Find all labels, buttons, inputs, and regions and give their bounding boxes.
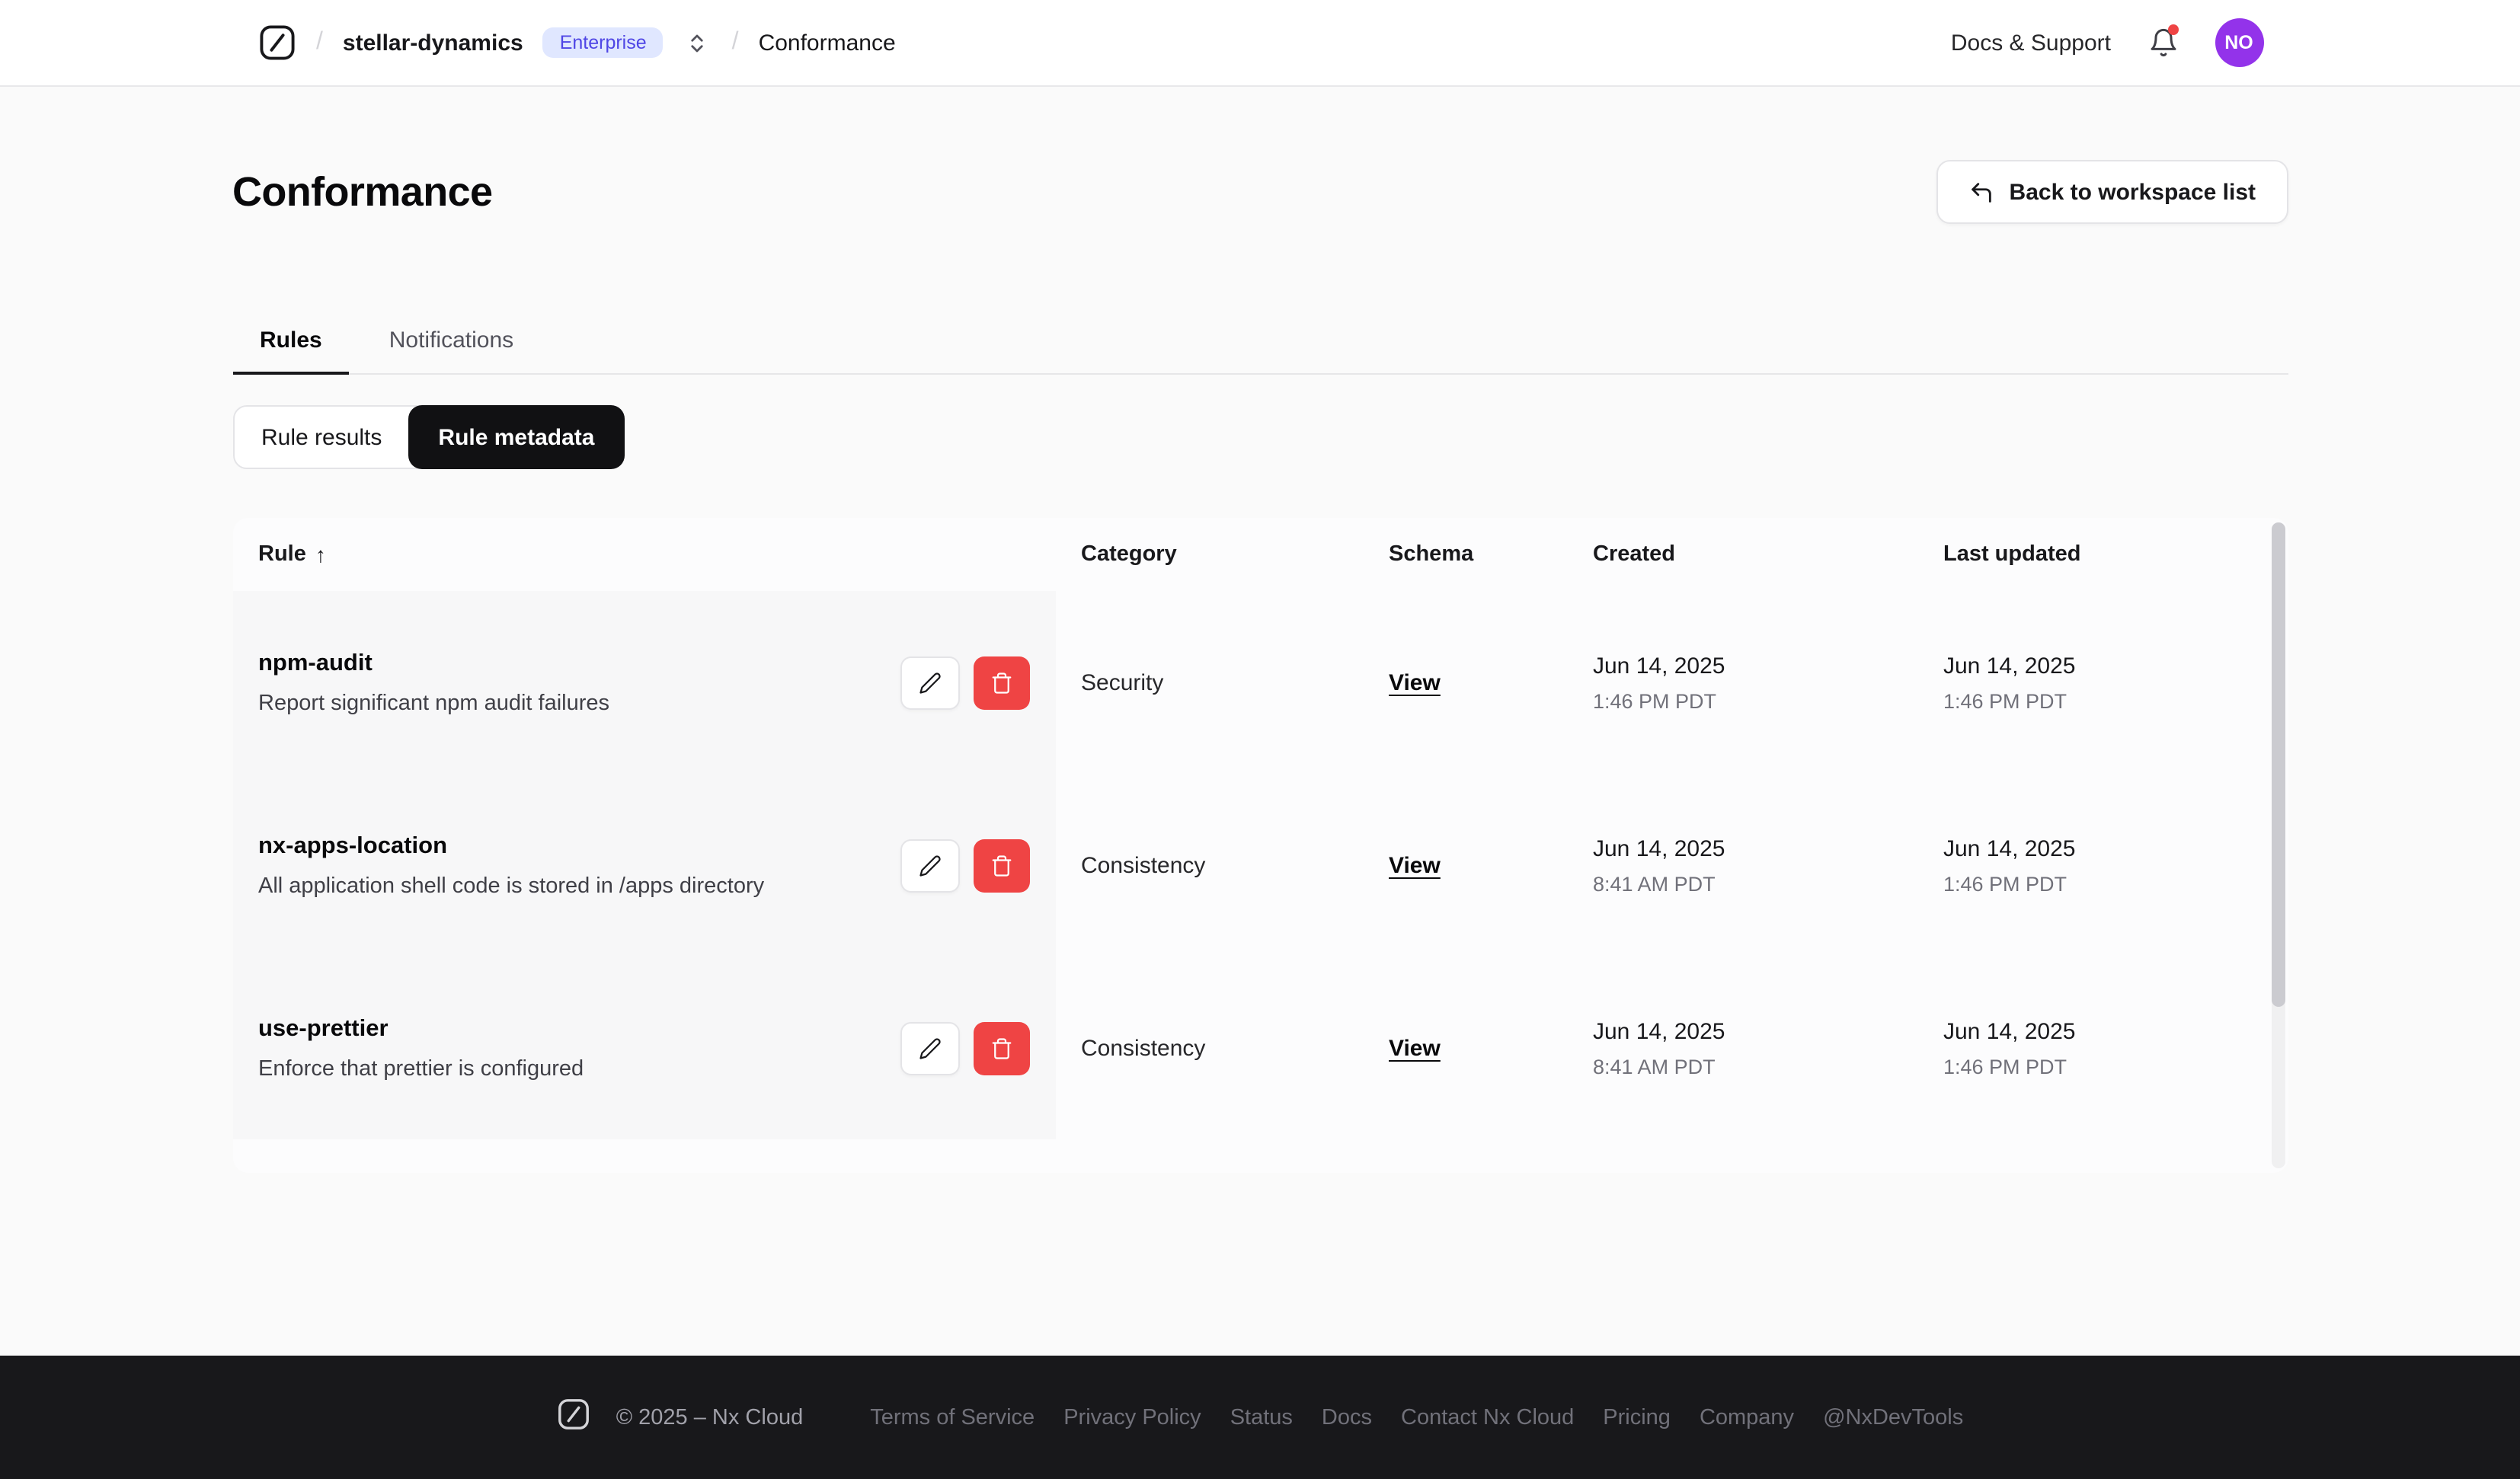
trash-icon xyxy=(991,1037,1011,1059)
breadcrumb-workspace[interactable]: stellar-dynamics xyxy=(343,30,523,56)
pencil-icon xyxy=(919,672,940,693)
breadcrumb-separator: / xyxy=(731,29,739,55)
tab-notifications[interactable]: Notifications xyxy=(362,309,541,373)
table-scrollbar[interactable] xyxy=(2271,522,2285,1168)
view-toggle: Rule results Rule metadata xyxy=(232,405,625,469)
footer-link-pricing[interactable]: Pricing xyxy=(1603,1405,1671,1429)
trash-icon xyxy=(991,854,1011,876)
pencil-icon xyxy=(919,1037,940,1059)
column-header-category[interactable]: Category xyxy=(1055,518,1363,591)
back-to-workspace-list-button[interactable]: Back to workspace list xyxy=(1936,160,2288,224)
avatar-initials: NO xyxy=(2224,32,2253,53)
tab-rules[interactable]: Rules xyxy=(232,309,350,375)
nx-logo-icon xyxy=(558,1398,590,1429)
main-content: Conformance Back to workspace list Rules… xyxy=(232,160,2288,1173)
updated-date: Jun 14, 2025 xyxy=(1943,835,2076,861)
table-header-row: Rule ↑ Category Schema Created Last upda… xyxy=(232,518,2288,591)
tab-bar: Rules Notifications xyxy=(232,309,2288,375)
chevrons-up-down-icon xyxy=(692,34,704,52)
nx-logo-icon xyxy=(259,25,294,60)
breadcrumb-page: Conformance xyxy=(758,30,896,56)
schema-view-link[interactable]: View xyxy=(1389,852,1441,878)
trash-icon xyxy=(991,672,1011,693)
scrollbar-thumb[interactable] xyxy=(2271,522,2285,1007)
footer-link-docs[interactable]: Docs xyxy=(1322,1405,1372,1429)
rule-category: Consistency xyxy=(1081,1035,1206,1061)
created-date: Jun 14, 2025 xyxy=(1593,653,1725,679)
schema-view-link[interactable]: View xyxy=(1389,1035,1441,1061)
rule-name: npm-audit xyxy=(258,650,373,676)
footer-link-contact[interactable]: Contact Nx Cloud xyxy=(1401,1405,1574,1429)
schema-view-link[interactable]: View xyxy=(1389,669,1441,695)
table-body: npm-audit Report significant npm audit f… xyxy=(232,591,2288,1139)
updated-date: Jun 14, 2025 xyxy=(1943,653,2076,679)
column-header-schema[interactable]: Schema xyxy=(1363,518,1567,591)
user-avatar[interactable]: NO xyxy=(2215,18,2263,67)
footer-link-company[interactable]: Company xyxy=(1700,1405,1794,1429)
breadcrumb-separator: / xyxy=(316,29,323,55)
copyright-text: © 2025 – Nx Cloud xyxy=(616,1405,804,1429)
app: / stellar-dynamics Enterprise / Conforma… xyxy=(0,0,2520,1479)
rule-name: use-prettier xyxy=(258,1015,389,1041)
footer-link-nxdevtools[interactable]: @NxDevTools xyxy=(1823,1405,1963,1429)
rule-text: nx-apps-location All application shell c… xyxy=(258,832,764,898)
top-navigation: / stellar-dynamics Enterprise / Conforma… xyxy=(0,0,2520,87)
rule-name: nx-apps-location xyxy=(258,832,448,858)
rule-results-toggle[interactable]: Rule results xyxy=(234,407,409,468)
delete-rule-button[interactable] xyxy=(973,656,1029,709)
footer-links: Terms of Service Privacy Policy Status D… xyxy=(870,1405,1963,1429)
rule-text: use-prettier Enforce that prettier is co… xyxy=(258,1015,584,1081)
pencil-icon xyxy=(919,854,940,876)
created-time: 1:46 PM PDT xyxy=(1593,689,1717,712)
table-row: nx-apps-location All application shell c… xyxy=(232,774,2288,957)
edit-rule-button[interactable] xyxy=(900,1021,959,1075)
delete-rule-button[interactable] xyxy=(973,839,1029,892)
updated-time: 1:46 PM PDT xyxy=(1943,872,2067,895)
edit-rule-button[interactable] xyxy=(900,656,959,709)
created-time: 8:41 AM PDT xyxy=(1593,1055,1716,1078)
rule-category: Consistency xyxy=(1081,852,1206,878)
arrow-up-icon: ↑ xyxy=(315,542,326,567)
workspace-switcher-button[interactable] xyxy=(683,28,712,57)
notification-dot xyxy=(2167,24,2178,35)
rule-metadata-toggle[interactable]: Rule metadata xyxy=(408,405,625,469)
nx-footer-logo xyxy=(557,1396,592,1439)
return-arrow-icon xyxy=(1971,182,1991,202)
column-header-last-updated[interactable]: Last updated xyxy=(1917,518,2288,591)
back-button-label: Back to workspace list xyxy=(2009,179,2256,205)
rule-description: All application shell code is stored in … xyxy=(258,874,765,898)
rule-category: Security xyxy=(1081,669,1164,695)
updated-time: 1:46 PM PDT xyxy=(1943,1055,2067,1078)
rule-description: Report significant npm audit failures xyxy=(258,691,610,715)
rule-description: Enforce that prettier is configured xyxy=(258,1056,584,1081)
delete-rule-button[interactable] xyxy=(973,1021,1029,1075)
footer-link-status[interactable]: Status xyxy=(1230,1405,1293,1429)
updated-date: Jun 14, 2025 xyxy=(1943,1018,2076,1044)
page-title: Conformance xyxy=(232,168,493,214)
rule-text: npm-audit Report significant npm audit f… xyxy=(258,650,609,715)
notifications-button[interactable] xyxy=(2147,24,2178,58)
table-row: npm-audit Report significant npm audit f… xyxy=(232,591,2288,774)
enterprise-badge: Enterprise xyxy=(542,27,664,59)
edit-rule-button[interactable] xyxy=(900,839,959,892)
created-date: Jun 14, 2025 xyxy=(1593,1018,1725,1044)
rules-table: Rule ↑ Category Schema Created Last upda… xyxy=(232,518,2288,1173)
docs-support-link[interactable]: Docs & Support xyxy=(1951,30,2111,56)
created-time: 8:41 AM PDT xyxy=(1593,872,1716,895)
column-header-created[interactable]: Created xyxy=(1567,518,1917,591)
created-date: Jun 14, 2025 xyxy=(1593,835,1725,861)
footer-link-terms[interactable]: Terms of Service xyxy=(870,1405,1035,1429)
table-row: use-prettier Enforce that prettier is co… xyxy=(232,957,2288,1139)
column-header-rule[interactable]: Rule ↑ xyxy=(232,518,1055,591)
nx-logo[interactable] xyxy=(257,23,296,62)
updated-time: 1:46 PM PDT xyxy=(1943,689,2067,712)
footer-link-privacy[interactable]: Privacy Policy xyxy=(1063,1405,1201,1429)
page-footer: © 2025 – Nx Cloud Terms of Service Priva… xyxy=(0,1356,2520,1479)
